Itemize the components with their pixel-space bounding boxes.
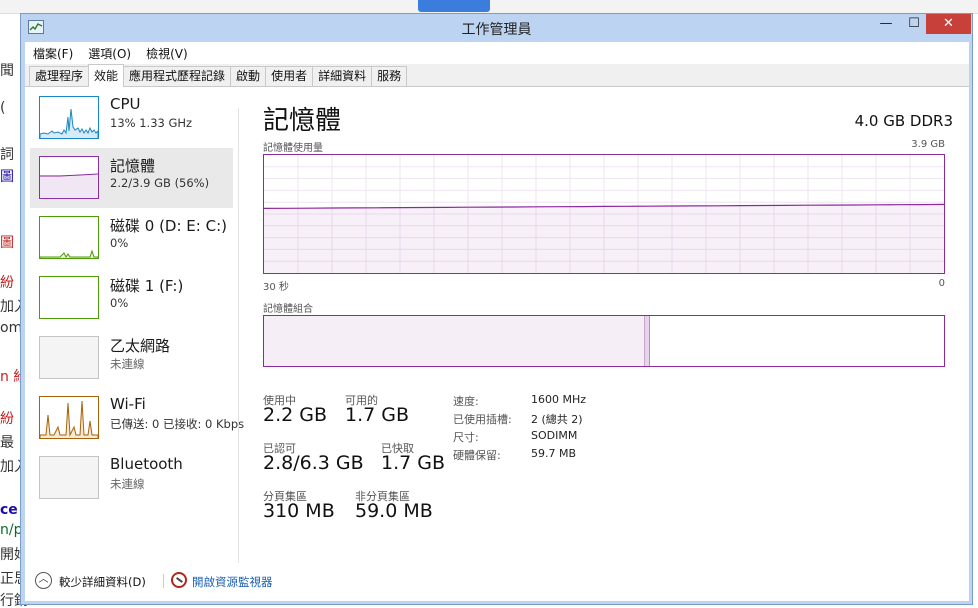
form-factor-value: SODIMM [531,429,578,442]
slots-value: 2 (總共 2) [531,413,583,426]
memory-spec: 4.0 GB DDR3 [854,112,953,130]
background-text: 紛 [0,275,14,291]
tab-startup[interactable]: 啟動 [230,66,267,86]
form-factor-label: 尺寸: [453,431,479,444]
background-text: om [0,320,23,336]
background-link: ce [0,502,18,518]
resource-sidebar: CPU 13% 1.33 GHz 記憶體 2.2/3.9 GB (56%) 磁碟… [25,88,244,558]
speed-value: 1600 MHz [531,393,587,406]
footer-bar: ︿ 較少詳細資料(D) 開啟資源監視器 [25,563,969,601]
ethernet-thumbnail-graph [39,336,99,379]
maximize-button[interactable]: ☐ [900,14,928,34]
page-title: 記憶體 [263,106,342,136]
hardware-reserved-label: 硬體保留: [453,449,501,462]
paged-pool-value: 310 MB [263,500,335,522]
sidebar-item-value: 未連線 [110,357,145,371]
footer-separator [163,574,164,588]
performance-content: CPU 13% 1.33 GHz 記憶體 2.2/3.9 GB (56%) 磁碟… [25,88,969,601]
sidebar-item-label: 乙太網路 [110,337,171,355]
usage-graph-max: 3.9 GB [911,139,945,150]
wifi-thumbnail-graph [39,396,99,439]
sidebar-item-cpu[interactable]: CPU 13% 1.33 GHz [30,88,233,148]
open-resource-monitor-link[interactable]: 開啟資源監視器 [192,574,273,590]
tab-details[interactable]: 詳細資料 [312,66,373,86]
tab-users[interactable]: 使用者 [265,66,314,86]
usage-area [264,204,944,273]
background-text: 聞 [0,63,14,79]
slots-label: 已使用插槽: [453,413,512,426]
disk-0-thumbnail-graph [39,216,99,259]
nonpaged-pool-value: 59.0 MB [355,500,433,522]
sidebar-item-ethernet[interactable]: 乙太網路 未連線 [30,328,233,388]
sidebar-item-value: 13% 1.33 GHz [110,116,193,130]
menu-options[interactable]: 選項(O) [88,45,131,62]
background-link: 圖 [0,169,14,185]
memory-composition-bar [263,315,945,367]
menu-view[interactable]: 檢視(V) [146,45,188,62]
tab-processes[interactable]: 處理程序 [29,66,90,86]
window-client: 檔案(F) 選項(O) 檢視(V) 處理程序 效能 應用程式歷程記錄 啟動 使用… [25,42,969,601]
composition-in-use [264,316,645,366]
resource-monitor-icon[interactable] [171,572,187,588]
composition-modified [645,316,650,366]
close-button[interactable]: ✕ [926,14,971,34]
usage-graph-label: 記憶體使用量 [263,143,323,154]
sidebar-item-value: 0% [110,296,129,310]
bluetooth-thumbnail-graph [39,456,99,499]
sidebar-item-memory[interactable]: 記憶體 2.2/3.9 GB (56%) [30,148,233,208]
sidebar-item-label: Bluetooth [110,455,183,473]
sidebar-item-label: Wi-Fi [110,395,146,413]
tab-bar: 處理程序 效能 應用程式歷程記錄 啟動 使用者 詳細資料 服務 [25,64,969,87]
sidebar-item-label: 磁碟 1 (F:) [110,277,184,295]
title-bar[interactable]: 工作管理員 — ☐ ✕ [21,14,972,42]
sidebar-item-value: 2.2/3.9 GB (56%) [110,176,210,190]
menu-file[interactable]: 檔案(F) [33,45,73,62]
tab-services[interactable]: 服務 [371,66,408,86]
sidebar-item-disk-1[interactable]: 磁碟 1 (F:) 0% [30,268,233,328]
tab-performance[interactable]: 效能 [88,64,125,87]
sidebar-item-label: 記憶體 [110,157,156,175]
tab-app-history[interactable]: 應用程式歷程記錄 [123,66,232,86]
background-text: ( [0,100,6,116]
sidebar-item-value: 已傳送: 0 已接收: 0 Kbps [110,417,245,431]
sidebar-divider [238,108,239,563]
cpu-thumbnail-graph [39,96,99,139]
memory-thumbnail-graph [39,156,99,199]
background-text: 詞 [0,147,14,163]
sidebar-item-label: CPU [110,95,141,113]
memory-detail-panel: 記憶體 4.0 GB DDR3 記憶體使用量 3.9 GB 30 秒 0 記憶體… [263,88,953,558]
speed-label: 速度: [453,395,479,408]
memory-usage-graph [263,154,945,274]
task-manager-window: 工作管理員 — ☐ ✕ 檔案(F) 選項(O) 檢視(V) 處理程序 效能 應用… [20,13,973,605]
minimize-button[interactable]: — [872,14,900,34]
sidebar-item-disk-0[interactable]: 磁碟 0 (D: E: C:) 0% [30,208,233,268]
chevron-up-icon[interactable]: ︿ [35,572,52,589]
sidebar-item-value: 0% [110,236,129,250]
background-text: 最 [0,435,14,451]
disk-1-thumbnail-graph [39,276,99,319]
sidebar-item-value: 未連線 [110,477,145,491]
background-text: 紛 [0,411,14,427]
window-title: 工作管理員 [461,22,532,38]
composition-label: 記憶體組合 [263,304,313,315]
menu-bar: 檔案(F) 選項(O) 檢視(V) [25,42,969,64]
background-text: 圖 [0,235,14,251]
in-use-value: 2.2 GB [263,404,328,426]
cached-value: 1.7 GB [381,452,446,474]
sidebar-item-bluetooth[interactable]: Bluetooth 未連線 [30,448,233,508]
fewer-details-link[interactable]: 較少詳細資料(D) [59,574,146,590]
hardware-reserved-value: 59.7 MB [531,447,577,460]
committed-value: 2.8/6.3 GB [263,452,364,474]
sidebar-item-label: 磁碟 0 (D: E: C:) [110,217,227,235]
graph-time-end: 0 [938,278,945,289]
available-value: 1.7 GB [345,404,410,426]
graph-time-start: 30 秒 [263,282,289,293]
background-search-button [418,0,490,12]
sidebar-item-wifi[interactable]: Wi-Fi 已傳送: 0 已接收: 0 Kbps [30,388,244,448]
